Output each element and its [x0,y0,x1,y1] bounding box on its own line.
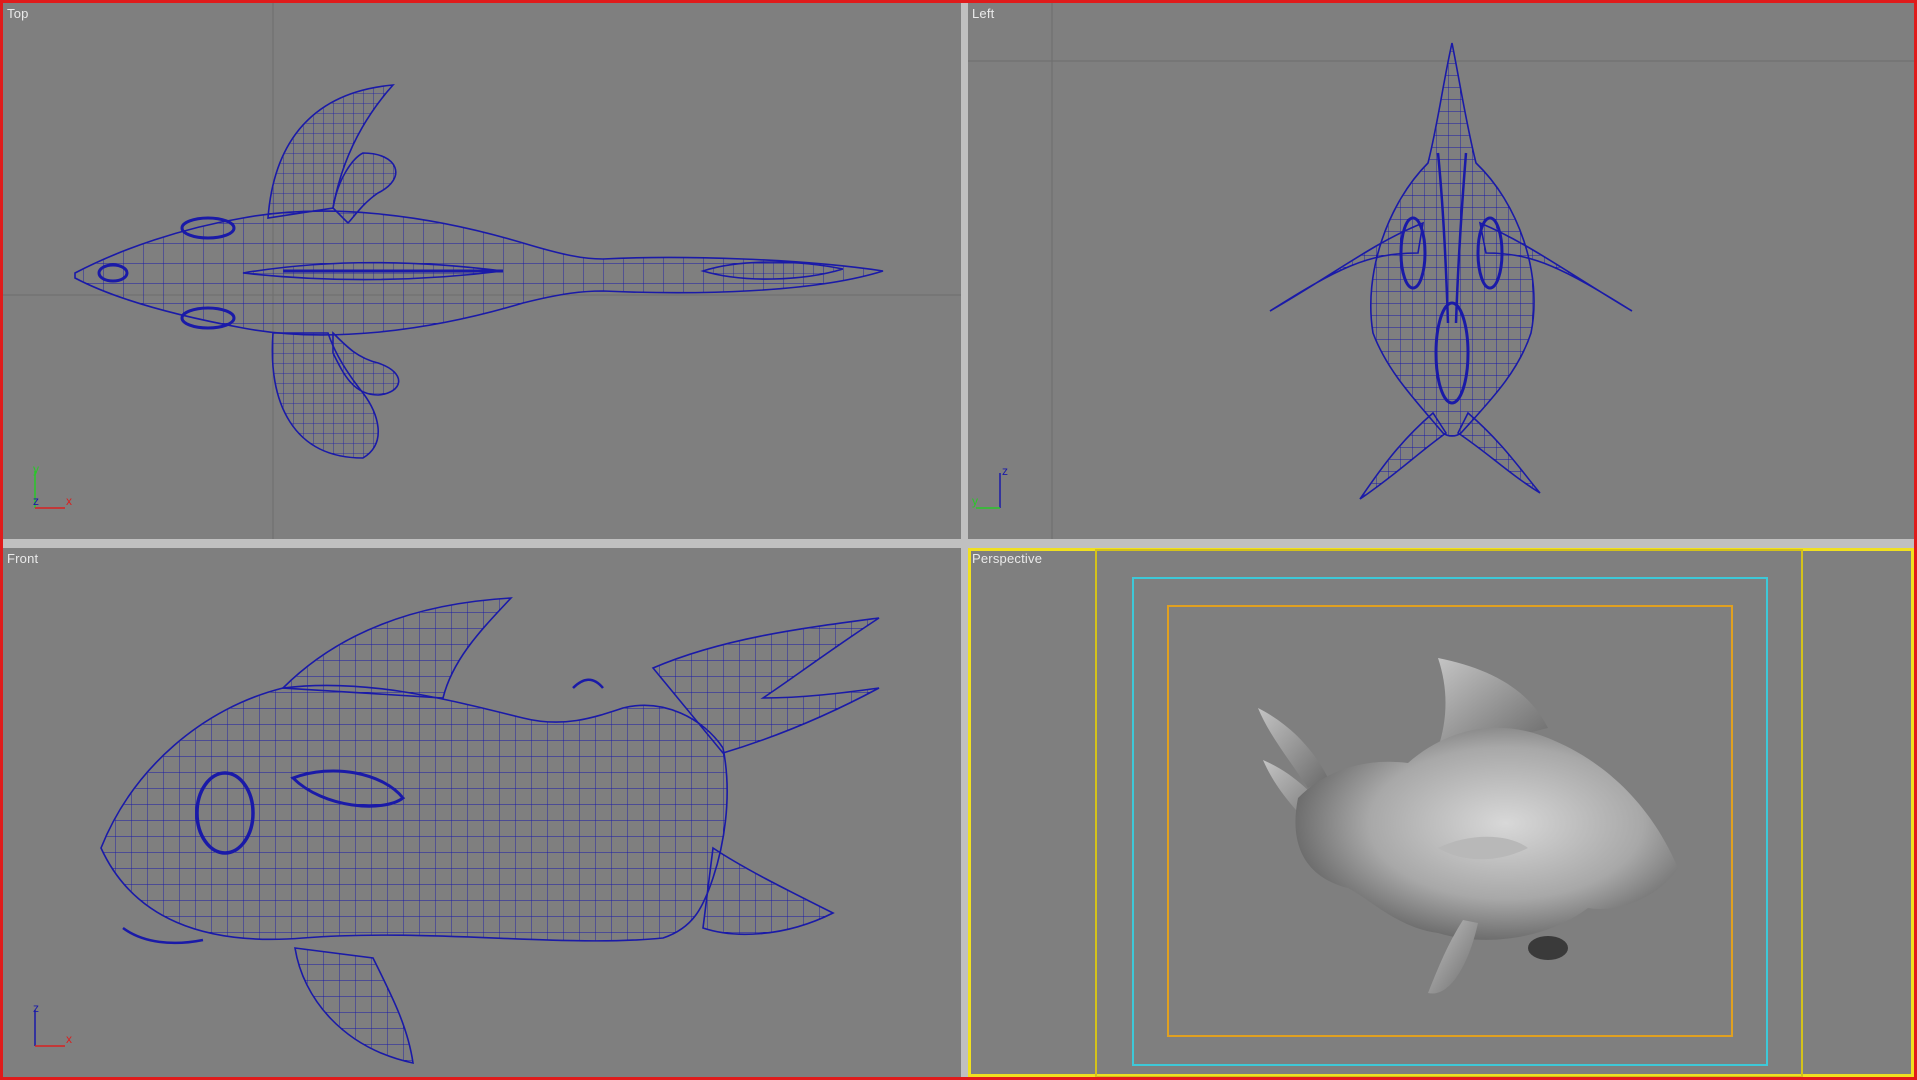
top-wireframe-canvas: y z x [3,3,961,539]
perspective-render-canvas [1095,549,1803,1077]
axis-label-x: x [66,494,72,508]
axis-label-z: z [33,494,39,508]
viewport-perspective[interactable]: Perspective [968,548,1914,1077]
viewport-label-perspective[interactable]: Perspective [972,551,1042,566]
axis-gizmo [976,473,1001,509]
axis-label-y: y [972,494,978,508]
viewport-label-front[interactable]: Front [7,551,38,566]
axis-label-y: y [33,462,39,476]
viewport-label-left[interactable]: Left [972,6,994,21]
viewport-top[interactable]: y z x Top [3,3,961,539]
axis-gizmo [34,471,65,509]
left-wireframe-canvas: z y [968,3,1914,539]
fish-top-wireframe [74,84,884,459]
axis-label-x: x [66,1032,72,1046]
viewport-left[interactable]: z y Left [968,3,1914,539]
fish-shaded-model [1258,658,1678,994]
max-viewport-layout: y z x Top z y Left z x Front Perspective [0,0,1917,1080]
axis-label-z: z [33,1001,39,1015]
front-wireframe-canvas: z x [33,597,880,1065]
fish-front-wireframe [100,597,880,1065]
viewport-splitter-horizontal[interactable] [3,539,1914,548]
axis-gizmo [34,1010,65,1047]
viewport-label-top[interactable]: Top [7,6,29,21]
fish-left-wireframe [1269,42,1633,500]
viewport-front[interactable]: z x Front [3,548,961,1077]
axis-label-z: z [1002,464,1008,478]
